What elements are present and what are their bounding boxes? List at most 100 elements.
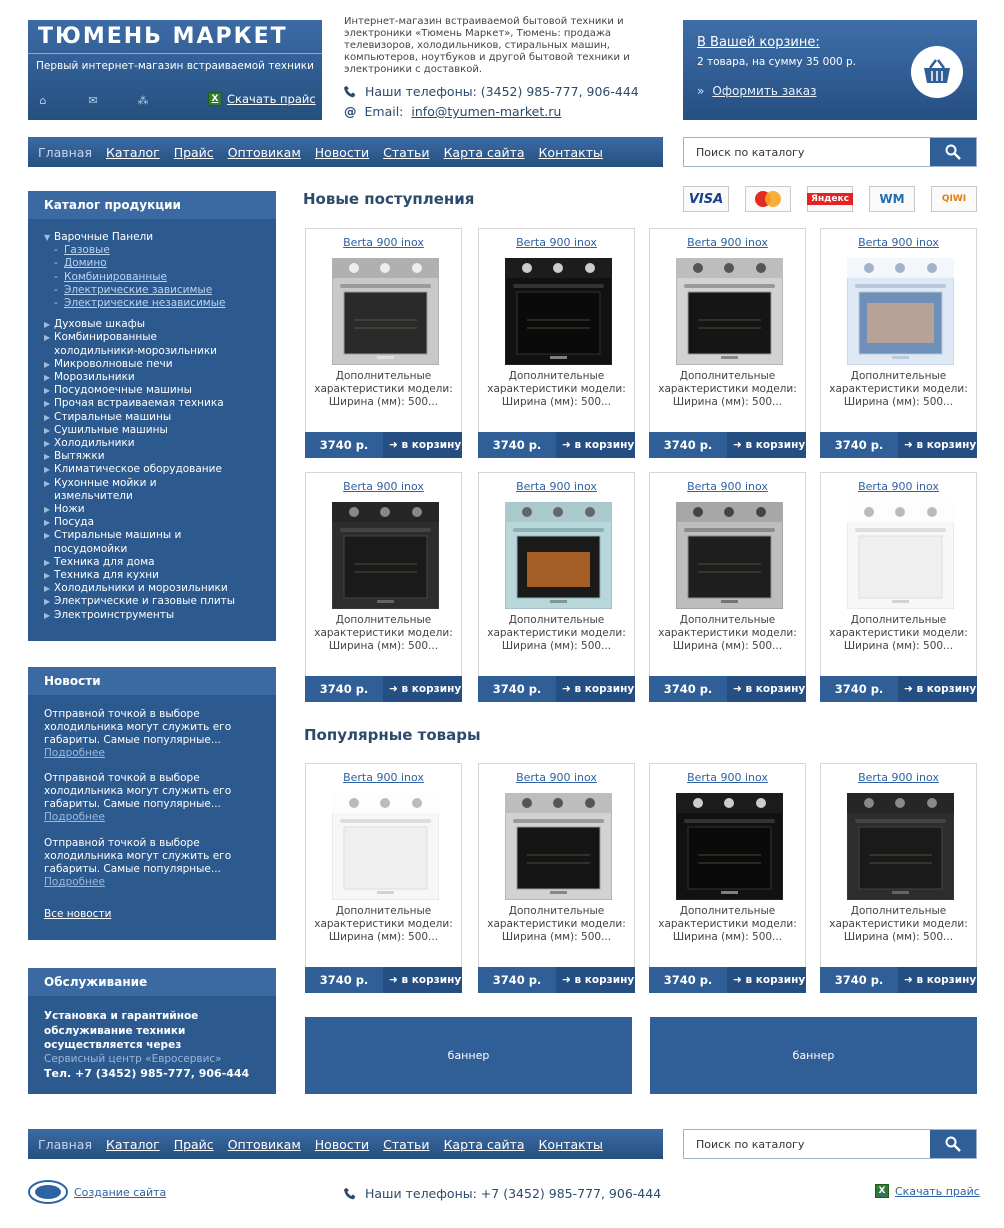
catalog-subitem-link[interactable]: Электрические независимые (64, 297, 225, 309)
download-price-link[interactable]: X Скачать прайс (208, 92, 316, 106)
footer-nav-home[interactable]: Главная (38, 1137, 92, 1152)
footer-nav-sitemap[interactable]: Карта сайта (444, 1137, 525, 1152)
footer-nav-catalog[interactable]: Каталог (106, 1137, 160, 1152)
footer-search-input[interactable] (684, 1130, 931, 1158)
product-title-link[interactable]: Berta 900 inox (479, 236, 634, 249)
catalog-subitem-link[interactable]: Домино (64, 257, 107, 269)
catalog-item[interactable]: ▶ Микроволновые печи (44, 358, 235, 371)
product-image[interactable] (504, 501, 613, 610)
product-image[interactable] (675, 257, 784, 366)
service-center-link[interactable]: Сервисный центр «Евросервис» (44, 1053, 222, 1065)
mail-icon[interactable]: ✉ (86, 94, 100, 108)
footer-search-button[interactable] (930, 1130, 976, 1158)
all-news-link[interactable]: Все новости (44, 908, 111, 920)
nav-home[interactable]: Главная (38, 145, 92, 160)
footer-download-price[interactable]: X Скачать прайс (875, 1184, 980, 1198)
catalog-item[interactable]: ▶ Сушильные машины (44, 424, 235, 437)
nav-sitemap[interactable]: Карта сайта (444, 145, 525, 160)
banner-left[interactable]: баннер (305, 1017, 632, 1094)
banner-right[interactable]: баннер (650, 1017, 977, 1094)
search-button[interactable] (930, 138, 976, 166)
footer-nav-price[interactable]: Прайс (174, 1137, 214, 1152)
basket-icon[interactable] (911, 46, 963, 98)
catalog-item[interactable]: ▶ Посуда (44, 516, 235, 529)
add-to-cart-button[interactable]: ➜ в корзину (727, 676, 806, 702)
news-more-link[interactable]: Подробнее (44, 811, 259, 823)
product-title-link[interactable]: Berta 900 inox (821, 480, 976, 493)
product-image[interactable] (846, 501, 955, 610)
catalog-item[interactable]: ▶ Климатическое оборудование (44, 463, 235, 476)
product-image[interactable] (331, 501, 440, 610)
product-image[interactable] (675, 501, 784, 610)
product-image[interactable] (331, 257, 440, 366)
product-title-link[interactable]: Berta 900 inox (821, 771, 976, 784)
email-link[interactable]: info@tyumen-market.ru (411, 104, 561, 119)
catalog-subitem-link[interactable]: Комбинированные (64, 271, 167, 283)
add-to-cart-button[interactable]: ➜ в корзину (383, 432, 462, 458)
nav-news[interactable]: Новости (315, 145, 369, 160)
catalog-subitem-link[interactable]: Газовые (64, 244, 110, 256)
checkout-link[interactable]: » Оформить заказ (697, 84, 816, 98)
search-input[interactable] (684, 138, 931, 166)
add-to-cart-button[interactable]: ➜ в корзину (383, 676, 462, 702)
catalog-item[interactable]: ▶ Духовые шкафы (44, 318, 235, 331)
product-image[interactable] (331, 792, 440, 901)
catalog-item[interactable]: ▶ Электрические и газовые плиты (44, 595, 235, 608)
add-to-cart-button[interactable]: ➜ в корзину (727, 967, 806, 993)
catalog-item[interactable]: ▶ Прочая встраиваемая техника (44, 397, 235, 410)
sitemap-icon[interactable]: ⁂ (136, 94, 150, 108)
product-image[interactable] (675, 792, 784, 901)
add-to-cart-button[interactable]: ➜ в корзину (556, 967, 635, 993)
product-image[interactable] (846, 792, 955, 901)
add-to-cart-button[interactable]: ➜ в корзину (898, 432, 977, 458)
news-more-link[interactable]: Подробнее (44, 747, 259, 759)
product-title-link[interactable]: Berta 900 inox (650, 236, 805, 249)
catalog-item[interactable]: ▶ Вытяжки (44, 450, 235, 463)
catalog-item[interactable]: ▶ Техника для кухни (44, 569, 235, 582)
footer-nav-contacts[interactable]: Контакты (539, 1137, 603, 1152)
product-image[interactable] (504, 792, 613, 901)
product-title-link[interactable]: Berta 900 inox (650, 771, 805, 784)
nav-price[interactable]: Прайс (174, 145, 214, 160)
catalog-item[interactable]: ▶ Ножи (44, 503, 235, 516)
footer-nav-news[interactable]: Новости (315, 1137, 369, 1152)
product-title-link[interactable]: Berta 900 inox (479, 771, 634, 784)
catalog-item[interactable]: ▶ Кухонные мойки и измельчители (44, 477, 234, 503)
neo-credit[interactable]: Создание сайта (28, 1180, 166, 1204)
add-to-cart-button[interactable]: ➜ в корзину (383, 967, 462, 993)
catalog-item[interactable]: ▶ Посудомоечные машины (44, 384, 235, 397)
add-to-cart-button[interactable]: ➜ в корзину (898, 967, 977, 993)
add-to-cart-button[interactable]: ➜ в корзину (556, 676, 635, 702)
footer-nav-wholesale[interactable]: Оптовикам (228, 1137, 301, 1152)
product-title-link[interactable]: Berta 900 inox (306, 480, 461, 493)
product-title-link[interactable]: Berta 900 inox (821, 236, 976, 249)
logo-block[interactable]: ТЮМЕНЬ МАРКЕТ Первый интернет-магазин вс… (28, 20, 322, 120)
add-to-cart-button[interactable]: ➜ в корзину (898, 676, 977, 702)
product-title-link[interactable]: Berta 900 inox (479, 480, 634, 493)
catalog-subitem-link[interactable]: Электрические зависимые (64, 284, 212, 296)
footer-nav-articles[interactable]: Статьи (383, 1137, 429, 1152)
home-icon[interactable]: ⌂ (36, 94, 50, 108)
catalog-item[interactable]: ▶ Холодильники (44, 437, 235, 450)
cart-title[interactable]: В Вашей корзине: (697, 35, 820, 50)
catalog-item[interactable]: ▶ Морозильники (44, 371, 235, 384)
catalog-item[interactable]: ▶ Электроинструменты (44, 609, 235, 622)
catalog-item-open[interactable]: ▼ Варочные Панели (44, 231, 235, 244)
catalog-item[interactable]: ▶ Холодильники и морозильники (44, 582, 235, 595)
product-title-link[interactable]: Berta 900 inox (306, 236, 461, 249)
nav-articles[interactable]: Статьи (383, 145, 429, 160)
add-to-cart-button[interactable]: ➜ в корзину (727, 432, 806, 458)
product-image[interactable] (504, 257, 613, 366)
news-more-link[interactable]: Подробнее (44, 876, 259, 888)
nav-contacts[interactable]: Контакты (539, 145, 603, 160)
product-title-link[interactable]: Berta 900 inox (306, 771, 461, 784)
product-title-link[interactable]: Berta 900 inox (650, 480, 805, 493)
catalog-item[interactable]: ▶ Техника для дома (44, 556, 235, 569)
add-to-cart-button[interactable]: ➜ в корзину (556, 432, 635, 458)
catalog-item[interactable]: ▶ Комбинированные холодильники-морозильни… (44, 331, 234, 357)
nav-wholesale[interactable]: Оптовикам (228, 145, 301, 160)
nav-catalog[interactable]: Каталог (106, 145, 160, 160)
catalog-item[interactable]: ▶ Стиральные машины (44, 411, 235, 424)
catalog-item[interactable]: ▶ Стиральные машины и посудомойки (44, 529, 234, 555)
product-image[interactable] (846, 257, 955, 366)
